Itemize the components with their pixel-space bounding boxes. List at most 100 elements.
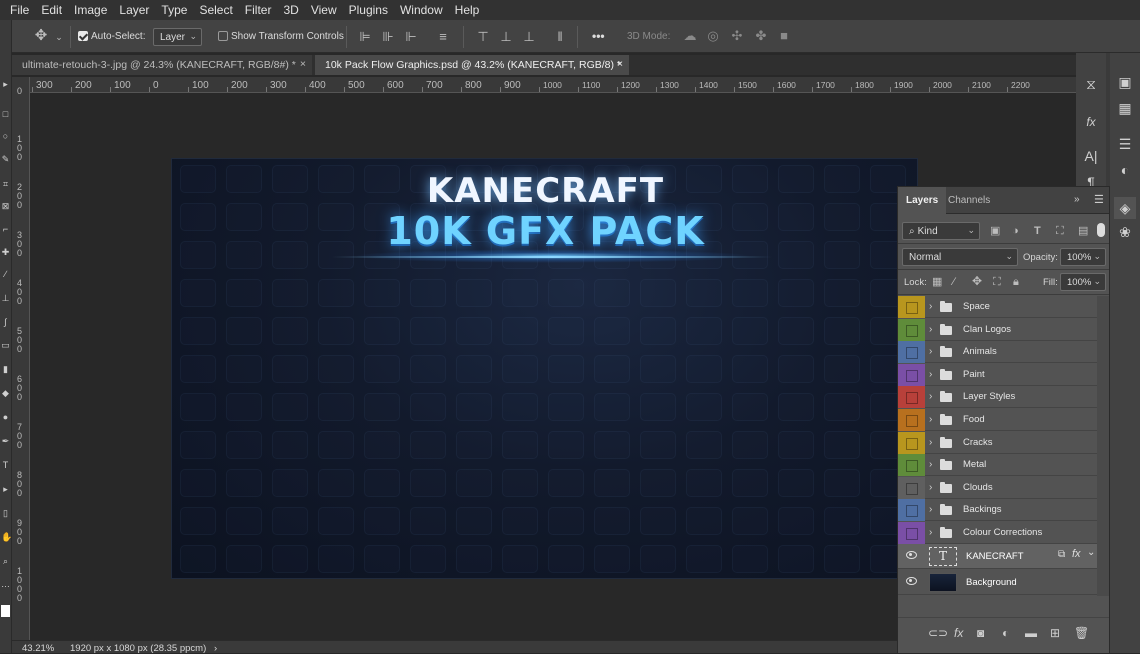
- layer-color-tag[interactable]: [898, 476, 925, 499]
- more-options-button[interactable]: •••: [592, 29, 605, 43]
- pen-tool-icon[interactable]: ✒: [1, 437, 10, 446]
- eyedropper-tool-icon[interactable]: ⌐: [1, 225, 10, 234]
- layer-color-tag[interactable]: [898, 454, 925, 477]
- menu-window[interactable]: Window: [400, 3, 443, 17]
- adjustments-panel-icon[interactable]: ◐: [1114, 159, 1136, 181]
- close-icon[interactable]: ×: [300, 58, 306, 70]
- crop-tool-icon[interactable]: ⌗: [1, 180, 10, 189]
- trash-icon[interactable]: 🗑︎: [1074, 626, 1089, 640]
- shape-tool-icon[interactable]: ▯: [1, 509, 10, 518]
- menu-layer[interactable]: Layer: [119, 3, 149, 17]
- adjustment-filter-icon[interactable]: ◑: [1012, 225, 1019, 238]
- chevron-down-icon[interactable]: ⌄: [54, 31, 64, 44]
- zoom-level[interactable]: 43.21%: [22, 643, 54, 654]
- lock-image-icon[interactable]: ∕: [953, 276, 955, 289]
- roll-icon[interactable]: ◎: [705, 29, 721, 42]
- menu-select[interactable]: Select: [199, 3, 232, 17]
- align-center-icon[interactable]: ⊪: [381, 30, 395, 43]
- blur-tool-icon[interactable]: ◆: [1, 389, 10, 398]
- chevron-right-icon[interactable]: ›: [929, 459, 932, 470]
- panel-menu-icon[interactable]: ☰: [1094, 193, 1104, 206]
- chevron-right-icon[interactable]: ›: [929, 437, 932, 448]
- menu-plugins[interactable]: Plugins: [349, 3, 388, 17]
- drag-3d-icon[interactable]: ✣: [729, 29, 745, 42]
- menu-edit[interactable]: Edit: [41, 3, 62, 17]
- shape-filter-icon[interactable]: ⛶: [1056, 225, 1064, 238]
- align-middle-icon[interactable]: ⊥: [499, 30, 513, 43]
- move-tool-icon[interactable]: ▸: [1, 80, 10, 89]
- align-top-icon[interactable]: ⊤: [476, 30, 490, 43]
- menu-view[interactable]: View: [311, 3, 337, 17]
- lock-position-icon[interactable]: ✥: [972, 275, 982, 288]
- layer-color-tag[interactable]: [898, 409, 925, 431]
- layer-color-tag[interactable]: [898, 431, 925, 454]
- chevron-right-icon[interactable]: ›: [929, 414, 932, 425]
- menu-help[interactable]: Help: [455, 3, 480, 17]
- tab-channels[interactable]: Channels: [940, 187, 998, 214]
- layers-panel-icon[interactable]: ◈: [1114, 197, 1136, 219]
- orbit-icon[interactable]: ☁: [682, 29, 698, 42]
- visibility-eye-icon[interactable]: [906, 577, 917, 585]
- menu-filter[interactable]: Filter: [245, 3, 272, 17]
- chevron-right-icon[interactable]: ›: [929, 482, 932, 493]
- fill-field[interactable]: 100% ⌄: [1060, 273, 1106, 291]
- lock-transparent-icon[interactable]: ▦: [932, 276, 942, 289]
- new-adjustment-icon[interactable]: ◐: [1002, 626, 1009, 640]
- healing-tool-icon[interactable]: ✚: [1, 248, 10, 257]
- color-panel-icon[interactable]: ▣: [1114, 71, 1136, 93]
- lasso-tool-icon[interactable]: ○: [1, 132, 10, 141]
- channels-panel-icon[interactable]: ❀: [1114, 221, 1136, 243]
- layers-scrollbar[interactable]: [1097, 296, 1109, 596]
- document-artboard[interactable]: KANECRAFT 10K GFX PACK: [171, 158, 918, 579]
- layer-color-tag[interactable]: [898, 499, 925, 522]
- tab-layers[interactable]: Layers: [898, 187, 947, 214]
- slide-3d-icon[interactable]: ✤: [753, 29, 769, 42]
- pixel-filter-icon[interactable]: ▣: [990, 225, 1000, 238]
- layer-group-row[interactable]: › Space: [898, 296, 1097, 318]
- chevron-right-icon[interactable]: ›: [929, 391, 932, 402]
- layer-color-tag[interactable]: [898, 318, 925, 341]
- visibility-eye-icon[interactable]: [906, 551, 917, 559]
- add-style-icon[interactable]: fx: [954, 626, 963, 640]
- new-layer-icon[interactable]: ⊞: [1050, 626, 1060, 640]
- quick-select-tool-icon[interactable]: ✎: [1, 155, 10, 164]
- layer-group-row[interactable]: › Food: [898, 409, 1097, 431]
- distribute-icon[interactable]: ≡: [436, 30, 450, 43]
- zoom-tool-icon[interactable]: ⌕: [1, 557, 10, 566]
- dodge-tool-icon[interactable]: ●: [1, 413, 10, 422]
- close-icon[interactable]: ×: [617, 58, 623, 70]
- blend-mode-dropdown[interactable]: Normal ⌄: [902, 248, 1018, 266]
- layer-color-tag[interactable]: [898, 363, 925, 386]
- gradient-tool-icon[interactable]: ▮: [1, 365, 10, 374]
- align-right-icon[interactable]: ⊩: [404, 30, 418, 43]
- tab-10k-pack[interactable]: 10k Pack Flow Graphics.psd @ 43.2% (KANE…: [315, 55, 629, 75]
- layer-group-row[interactable]: › Metal: [898, 454, 1097, 477]
- path-select-icon[interactable]: ▸: [1, 485, 10, 494]
- layer-row-background[interactable]: Background: [898, 570, 1097, 595]
- menu-3d[interactable]: 3D: [283, 3, 298, 17]
- scale-3d-icon[interactable]: ■: [776, 29, 792, 42]
- brush-tool-icon[interactable]: ∕: [1, 270, 10, 279]
- layer-group-row[interactable]: › Backings: [898, 499, 1097, 522]
- layer-group-row[interactable]: › Cracks: [898, 431, 1097, 454]
- chevron-right-icon[interactable]: ›: [214, 643, 217, 654]
- layer-color-tag[interactable]: [898, 386, 925, 409]
- swatches-panel-icon[interactable]: ▦: [1114, 97, 1136, 119]
- layer-effects-icon[interactable]: fx: [1072, 548, 1081, 560]
- styles-panel-icon[interactable]: fx: [1080, 111, 1102, 133]
- menu-type[interactable]: Type: [161, 3, 187, 17]
- layer-color-tag[interactable]: [898, 341, 925, 364]
- layer-color-tag[interactable]: [898, 296, 925, 318]
- history-panel-icon[interactable]: ⧖: [1080, 73, 1102, 95]
- lock-artboard-icon[interactable]: ⛶: [993, 276, 1001, 289]
- chevron-right-icon[interactable]: ›: [929, 324, 932, 335]
- auto-select-target-dropdown[interactable]: Layer ⌄: [153, 28, 202, 46]
- chevron-down-icon[interactable]: ⌄: [1087, 547, 1095, 558]
- history-brush-icon[interactable]: ∫: [1, 318, 10, 327]
- marquee-tool-icon[interactable]: □: [1, 110, 10, 119]
- add-mask-icon[interactable]: ◙: [977, 626, 984, 640]
- type-tool-icon[interactable]: T: [1, 461, 10, 470]
- layer-group-row[interactable]: › Clouds: [898, 476, 1097, 499]
- menu-image[interactable]: Image: [74, 3, 107, 17]
- chevron-right-icon[interactable]: ›: [929, 504, 932, 515]
